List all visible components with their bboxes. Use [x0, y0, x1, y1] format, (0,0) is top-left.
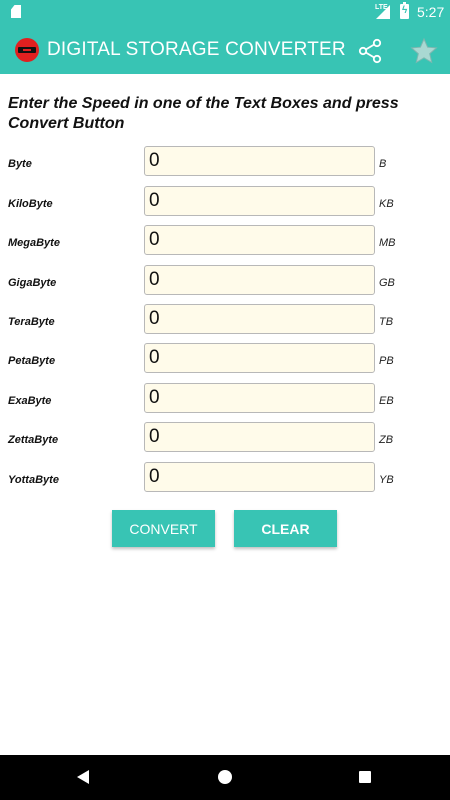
home-icon[interactable] — [218, 770, 232, 784]
unit-row-byte: Byte B — [0, 146, 450, 182]
sd-card-icon — [11, 5, 21, 18]
exabyte-input[interactable] — [144, 383, 375, 413]
unit-row-yottabyte: YottaByte YB — [0, 462, 450, 498]
app-bar: DIGITAL STORAGE CONVERTER — [0, 24, 450, 74]
unit-row-terabyte: TeraByte TB — [0, 304, 450, 340]
unit-label: TeraByte — [8, 316, 55, 328]
unit-label: ZettaByte — [8, 434, 59, 446]
unit-symbol: ZB — [379, 434, 394, 446]
terabyte-input[interactable] — [144, 304, 375, 334]
share-icon[interactable] — [357, 38, 383, 64]
unit-label: ExaByte — [8, 395, 52, 407]
navigation-bar — [0, 755, 450, 800]
unit-row-gigabyte: GigaByte GB — [0, 265, 450, 301]
unit-label: KiloByte — [8, 198, 53, 210]
unit-row-kilobyte: KiloByte KB — [0, 186, 450, 222]
battery-charging-icon: ϟ — [400, 2, 409, 19]
unit-row-petabyte: PetaByte PB — [0, 343, 450, 379]
unit-row-megabyte: MegaByte MB — [0, 225, 450, 261]
unit-label: YottaByte — [8, 474, 59, 486]
unit-label: GigaByte — [8, 277, 57, 289]
unit-symbol: GB — [379, 277, 395, 289]
unit-symbol: TB — [379, 316, 394, 328]
convert-button[interactable]: CONVERT — [112, 510, 215, 547]
unit-symbol: KB — [379, 198, 394, 210]
kilobyte-input[interactable] — [144, 186, 375, 216]
unit-symbol: YB — [379, 474, 394, 486]
unit-symbol: EB — [379, 395, 394, 407]
unit-row-zettabyte: ZettaByte ZB — [0, 422, 450, 458]
status-time: 5:27 — [417, 4, 445, 20]
yottabyte-input[interactable] — [144, 462, 375, 492]
app-logo-icon — [15, 38, 39, 62]
unit-symbol: PB — [379, 355, 394, 367]
app-title: DIGITAL STORAGE CONVERTER — [47, 39, 346, 60]
star-icon[interactable] — [410, 37, 438, 65]
unit-symbol: B — [379, 158, 387, 170]
unit-symbol: MB — [379, 237, 396, 249]
zettabyte-input[interactable] — [144, 422, 375, 452]
byte-input[interactable] — [144, 146, 375, 176]
gigabyte-input[interactable] — [144, 265, 375, 295]
unit-row-exabyte: ExaByte EB — [0, 383, 450, 419]
back-icon[interactable] — [77, 770, 89, 784]
unit-label: MegaByte — [8, 237, 60, 249]
recents-icon[interactable] — [359, 771, 371, 783]
clear-button[interactable]: CLEAR — [234, 510, 337, 547]
unit-label: PetaByte — [8, 355, 56, 367]
instruction-text: Enter the Speed in one of the Text Boxes… — [8, 95, 399, 132]
petabyte-input[interactable] — [144, 343, 375, 373]
status-bar: LTE ϟ 5:27 — [0, 0, 450, 24]
megabyte-input[interactable] — [144, 225, 375, 255]
unit-label: Byte — [8, 158, 32, 170]
